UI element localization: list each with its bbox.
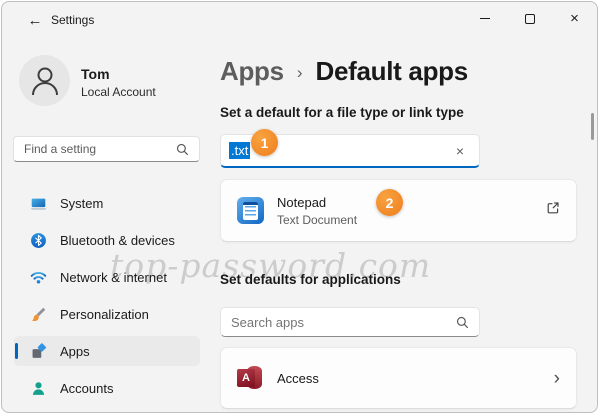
access-app-icon: A [237,365,264,392]
search-icon [176,143,189,156]
apps-icon [30,343,47,360]
breadcrumb-apps[interactable]: Apps [220,56,284,87]
sidebar-item-personalization[interactable]: Personalization [14,299,200,329]
title-bar: ← Settings × [2,2,597,38]
file-type-section-label: Set a default for a file type or link ty… [220,105,464,120]
page-title: Default apps [315,56,467,87]
minimize-button[interactable] [462,2,507,35]
app-name: Notepad [277,195,357,210]
scrollbar-thumb[interactable] [591,113,594,140]
app-file-type: Text Document [277,213,357,227]
breadcrumb-separator-icon: › [297,63,303,83]
sidebar-item-network[interactable]: Network & internet [14,262,200,292]
sidebar-item-label: Apps [60,344,90,359]
window-controls: × [462,2,597,35]
settings-window: top-password.com ← Settings × Tom L [1,1,598,413]
accounts-icon [30,380,47,397]
apps-section-label: Set defaults for applications [220,272,401,287]
sidebar-item-label: Bluetooth & devices [60,233,175,248]
search-apps-placeholder: Search apps [231,315,456,330]
notepad-icon [237,197,264,224]
step-badge-1: 1 [251,129,278,156]
bluetooth-icon [30,232,47,249]
personalization-icon [30,306,47,323]
window-title: Settings [51,13,94,27]
search-apps-input[interactable]: Search apps [220,307,480,337]
minimize-icon [480,18,490,19]
back-icon: ← [28,12,43,29]
sidebar-item-accounts[interactable]: Accounts [14,373,200,403]
clear-search-button[interactable]: × [449,140,471,162]
sidebar-item-label: System [60,196,103,211]
maximize-icon [525,14,535,24]
close-button[interactable]: × [552,2,597,35]
back-button[interactable]: ← [22,8,48,32]
step-badge-2: 2 [376,189,403,216]
account-name: Tom [81,66,110,82]
maximize-button[interactable] [507,2,552,35]
clear-icon: × [456,143,464,159]
sidebar-item-apps[interactable]: Apps [14,336,200,366]
sidebar-nav: System Bluetooth & devices [14,188,200,410]
avatar [19,55,70,106]
network-icon [30,269,47,286]
open-external-icon[interactable] [546,201,560,220]
file-type-search-value: .txt [229,142,250,159]
person-icon [22,58,68,104]
account-type: Local Account [81,85,156,99]
app-row-access[interactable]: A Access › [220,347,577,409]
find-setting-placeholder: Find a setting [14,142,176,156]
sidebar-item-label: Accounts [60,381,113,396]
sidebar-item-label: Personalization [60,307,149,322]
sidebar-item-bluetooth[interactable]: Bluetooth & devices [14,225,200,255]
sidebar-item-system[interactable]: System [14,188,200,218]
find-setting-input[interactable]: Find a setting [13,136,200,162]
breadcrumb: Apps › Default apps [220,56,468,87]
app-name: Access [277,371,319,386]
system-icon [30,195,47,212]
chevron-right-icon: › [554,369,560,388]
search-icon [456,316,469,329]
sidebar-item-label: Network & internet [60,270,167,285]
close-icon: × [570,11,579,26]
